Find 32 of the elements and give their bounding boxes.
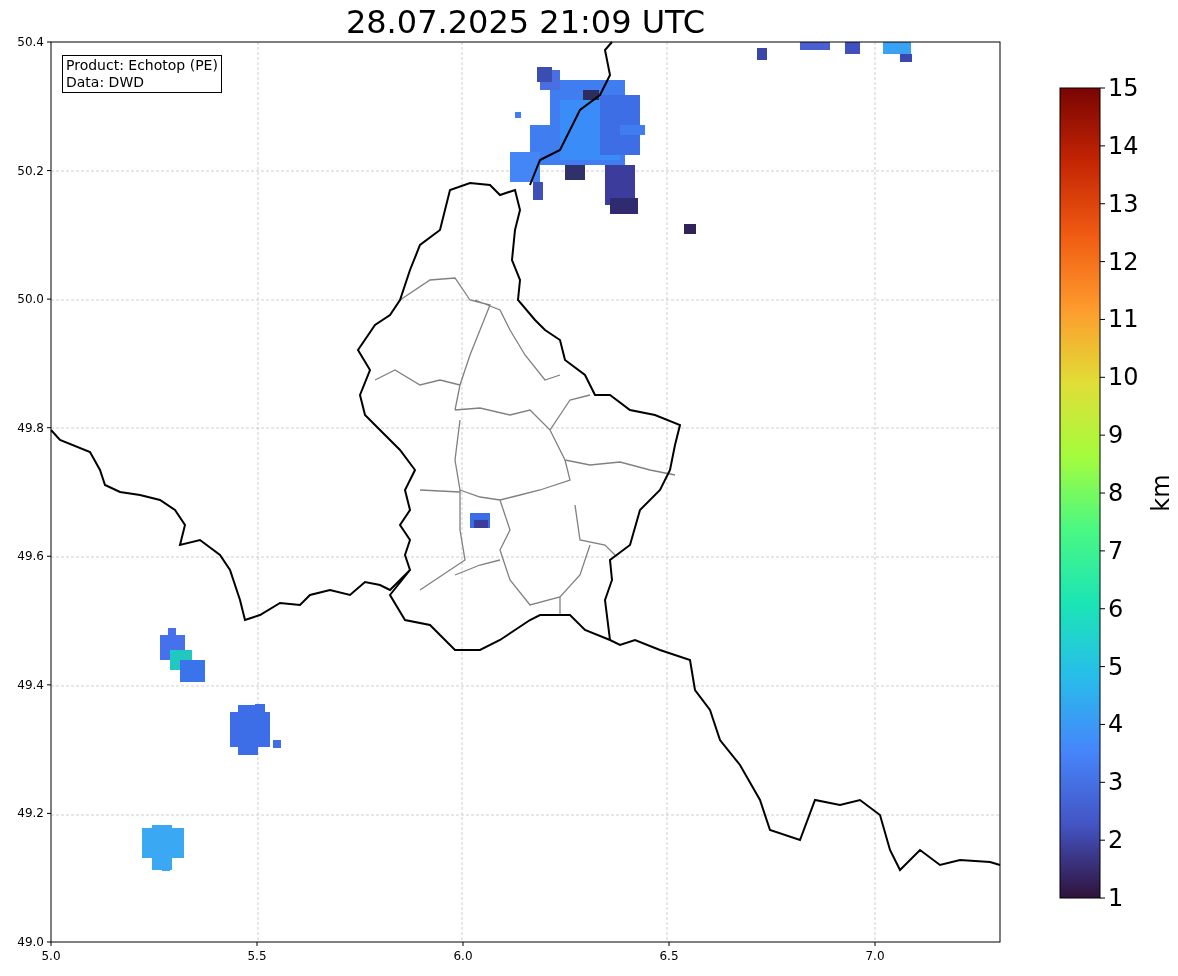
tick-label: 4 [1108, 711, 1124, 738]
tick-label: 50.2 [16, 162, 44, 179]
info-text: Data: DWD [66, 74, 145, 91]
tick-label: 50.4 [16, 34, 44, 50]
tick-label: 5.0 [40, 948, 62, 964]
tick-label: 11 [1108, 306, 1139, 333]
tick-label: 49.8 [16, 419, 44, 436]
info-text: Product: Echotop (PE) [66, 57, 218, 74]
tick-label: 6 [1108, 595, 1124, 622]
tick-label: 5 [1108, 653, 1124, 680]
tick-label: 5.5 [246, 948, 268, 964]
tick-label: 6.0 [452, 948, 474, 964]
tick-label: 10 [1108, 364, 1139, 391]
tick-label: 1 [1108, 885, 1124, 912]
tick-label: 7.0 [864, 948, 886, 964]
tick-label: 6.5 [658, 948, 680, 964]
tick-label: 14 [1108, 132, 1139, 159]
chart-title: 28.07.2025 21:09 UTC [344, 2, 707, 42]
tick-label: 9 [1108, 422, 1124, 449]
tick-label: 2 [1108, 827, 1124, 854]
tick-label: 12 [1108, 248, 1139, 275]
tick-label: 49.6 [16, 548, 44, 565]
tick-label: 8 [1108, 480, 1124, 506]
tick-label: 15 [1108, 75, 1139, 101]
tick-label: 49.0 [16, 934, 44, 950]
tick-label: 49.4 [16, 676, 44, 693]
tick-label: 13 [1108, 190, 1139, 217]
tick-label: 3 [1108, 769, 1124, 796]
tick-label: 50.0 [16, 291, 44, 308]
tick-label: 49.2 [16, 805, 44, 822]
colorbar-label: km [1147, 474, 1174, 512]
tick-label: 7 [1108, 537, 1124, 564]
